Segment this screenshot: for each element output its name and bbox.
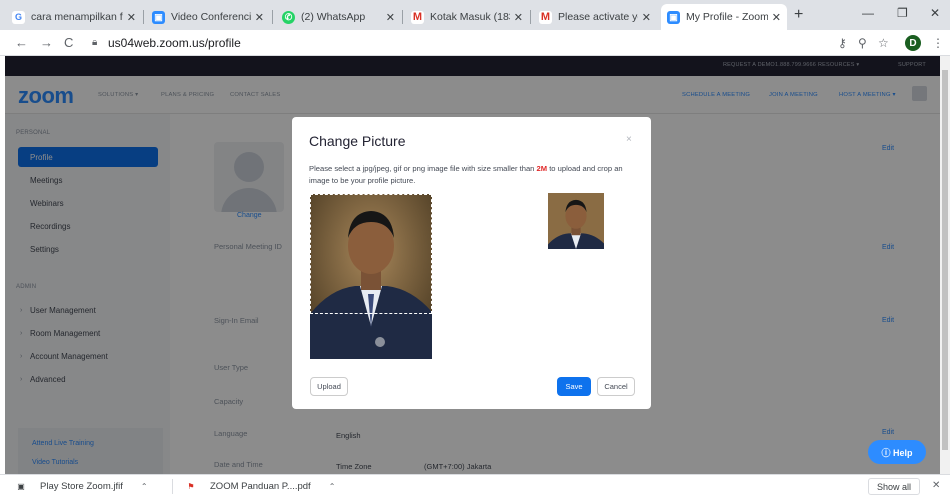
- size-limit: 2M: [536, 164, 548, 173]
- chevron-up-icon[interactable]: ⌃: [141, 482, 148, 491]
- chevron-up-icon[interactable]: ⌃: [329, 482, 336, 491]
- tab-strip: G cara menampilkan fo ✕ ▣ Video Conferen…: [0, 0, 950, 30]
- whatsapp-icon: ✆: [282, 10, 295, 24]
- tab-google-search[interactable]: G cara menampilkan fo ✕: [6, 4, 142, 30]
- upload-button[interactable]: Upload: [310, 377, 348, 396]
- tab-title: Video Conferencing: [171, 11, 251, 23]
- zoom-icon: ▣: [152, 10, 165, 24]
- dialog-title: Change Picture: [309, 133, 406, 149]
- download-bar: ▣ Play Store Zoom.jfif ⌃ ⚑ ZOOM Panduan …: [0, 474, 950, 497]
- menu-kebab-icon[interactable]: ⋮: [932, 36, 944, 50]
- cancel-button[interactable]: Cancel: [597, 377, 635, 396]
- dialog-description: Please select a jpg/jpeg, gif or png ima…: [309, 164, 623, 185]
- crop-selection[interactable]: [310, 194, 432, 314]
- close-icon[interactable]: ×: [626, 134, 632, 145]
- restore-icon[interactable]: ❐: [897, 6, 908, 20]
- google-icon: G: [12, 10, 25, 24]
- tab-title: (2) WhatsApp: [301, 11, 366, 23]
- browser-window: G cara menampilkan fo ✕ ▣ Video Conferen…: [0, 0, 950, 497]
- new-tab-button[interactable]: +: [794, 6, 803, 24]
- save-button[interactable]: Save: [557, 377, 591, 396]
- minimize-icon[interactable]: —: [862, 6, 874, 20]
- crop-area-image[interactable]: [310, 194, 432, 359]
- url-field[interactable]: us04web.zoom.us/profile: [108, 36, 241, 50]
- lock-icon: 🔒︎: [92, 37, 98, 48]
- bookmark-star-icon[interactable]: ☆: [878, 36, 889, 50]
- tab-gmail-inbox[interactable]: M Kotak Masuk (183) - ✕: [405, 4, 529, 30]
- download-filename: Play Store Zoom.jfif: [40, 480, 123, 492]
- download-item[interactable]: ⚑ ZOOM Panduan P....pdf ⌃: [186, 480, 335, 492]
- tab-title: cara menampilkan fo: [31, 11, 123, 23]
- close-window-icon[interactable]: ✕: [930, 6, 940, 20]
- tab-title: Kotak Masuk (183) -: [430, 11, 510, 23]
- close-icon[interactable]: ✕: [932, 480, 940, 491]
- zoom-magnifier-icon[interactable]: ⚲: [858, 36, 867, 50]
- forward-icon[interactable]: →: [40, 35, 53, 50]
- back-icon[interactable]: ←: [15, 35, 28, 50]
- close-tab-icon[interactable]: ✕: [772, 11, 781, 24]
- gmail-icon: M: [539, 10, 552, 24]
- tab-whatsapp[interactable]: ✆ (2) WhatsApp ✕: [276, 4, 401, 30]
- tab-video-conferencing[interactable]: ▣ Video Conferencing ✕: [146, 4, 270, 30]
- close-tab-icon[interactable]: ✕: [255, 11, 264, 24]
- profile-avatar[interactable]: D: [905, 35, 921, 51]
- crop-preview-image: [548, 193, 604, 249]
- change-picture-dialog: Change Picture × Please select a jpg/jpe…: [292, 117, 651, 409]
- page-scrollbar[interactable]: [940, 56, 950, 474]
- key-icon[interactable]: ⚷: [838, 36, 847, 50]
- show-all-button[interactable]: Show all: [868, 478, 921, 495]
- tab-title: My Profile - Zoom: [686, 11, 768, 23]
- close-tab-icon[interactable]: ✕: [642, 11, 651, 24]
- address-bar: ← → C 🔒︎ us04web.zoom.us/profile ⚷ ⚲ ☆ D…: [0, 30, 950, 56]
- close-tab-icon[interactable]: ✕: [386, 11, 395, 24]
- close-tab-icon[interactable]: ✕: [514, 11, 523, 24]
- gmail-icon: M: [411, 10, 424, 24]
- download-filename: ZOOM Panduan P....pdf: [210, 480, 311, 492]
- tab-gmail-activate[interactable]: M Please activate your ✕: [533, 4, 657, 30]
- tab-my-profile-zoom[interactable]: ▣ My Profile - Zoom ✕: [661, 4, 787, 30]
- help-button[interactable]: ⓘ Help: [868, 440, 926, 464]
- image-file-icon: ▣: [17, 481, 25, 491]
- tab-title: Please activate your: [558, 11, 638, 23]
- reload-icon[interactable]: C: [64, 35, 73, 50]
- download-item[interactable]: ▣ Play Store Zoom.jfif ⌃: [16, 480, 148, 492]
- pdf-file-icon: ⚑: [187, 481, 195, 491]
- zoom-icon: ▣: [667, 10, 680, 24]
- close-tab-icon[interactable]: ✕: [127, 11, 136, 24]
- scrollbar-thumb[interactable]: [942, 70, 948, 450]
